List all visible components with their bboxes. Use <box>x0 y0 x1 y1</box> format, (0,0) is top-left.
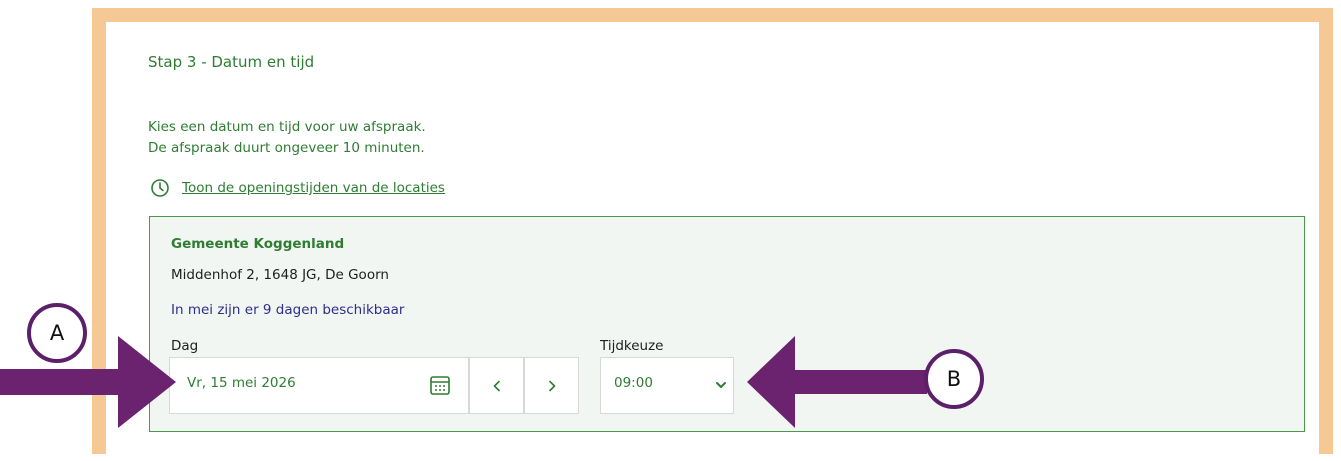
next-day-button[interactable] <box>524 357 579 414</box>
annotation-badge-a: A <box>27 303 87 363</box>
annotation-arrow-a <box>0 336 176 428</box>
availability-text: In mei zijn er 9 dagen beschikbaar <box>171 302 405 318</box>
annotation-badge-b: B <box>924 349 984 409</box>
opening-hours-row[interactable]: Toon de openingstijden van de locaties <box>150 178 445 198</box>
time-value[interactable]: 09:00 <box>614 375 653 391</box>
previous-day-button[interactable] <box>469 357 524 414</box>
chevron-left-icon <box>493 380 500 391</box>
step-title: Stap 3 - Datum en tijd <box>148 53 315 71</box>
chevron-right-icon <box>548 380 555 391</box>
opening-hours-link[interactable]: Toon de openingstijden van de locaties <box>182 180 445 196</box>
time-label: Tijdkeuze <box>600 338 664 354</box>
location-address: Middenhof 2, 1648 JG, De Goorn <box>171 267 389 283</box>
annotation-arrow-b <box>747 336 927 428</box>
intro-line-1: Kies een datum en tijd voor uw afspraak. <box>148 119 426 135</box>
calendar-icon[interactable] <box>429 374 451 396</box>
chevron-down-icon[interactable] <box>715 379 727 391</box>
date-value[interactable]: Vr, 15 mei 2026 <box>187 375 296 391</box>
intro-line-2: De afspraak duurt ongeveer 10 minuten. <box>148 140 425 156</box>
intro-text: Kies een datum en tijd voor uw afspraak.… <box>148 117 426 159</box>
clock-icon <box>151 179 169 197</box>
location-name: Gemeente Koggenland <box>171 236 345 252</box>
